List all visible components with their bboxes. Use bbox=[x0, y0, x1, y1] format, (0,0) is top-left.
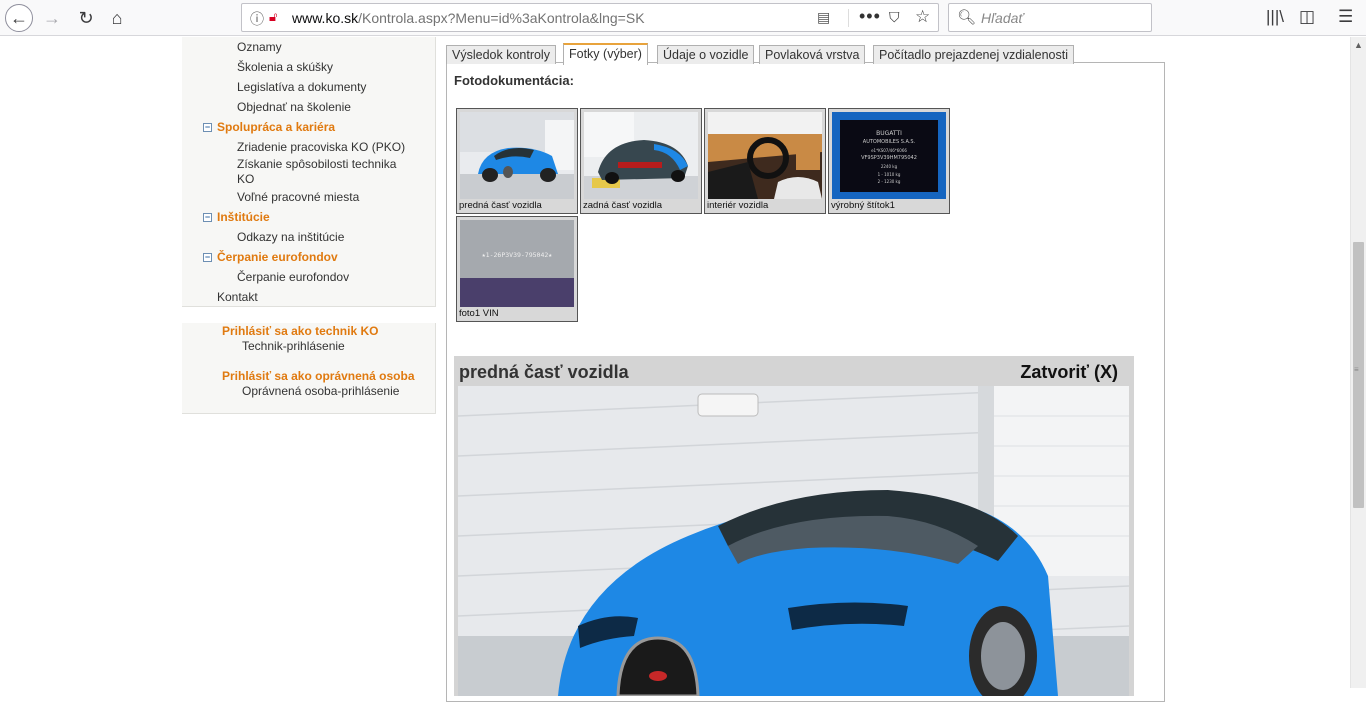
login-auth-link[interactable]: Oprávnená osoba-prihlásenie bbox=[242, 384, 399, 398]
scrollbar-thumb[interactable] bbox=[1353, 242, 1364, 508]
collapse-toggle-icon[interactable]: − bbox=[203, 123, 212, 132]
scrollbar-grip-icon: ≡ bbox=[1354, 365, 1359, 374]
sidebar-item-odkazy[interactable]: Odkazy na inštitúcie bbox=[237, 230, 417, 245]
thumbnail-front-image bbox=[460, 112, 574, 199]
plate-line-1: BUGATTI bbox=[876, 130, 902, 137]
tab-udaje[interactable]: Údaje o vozidle bbox=[657, 45, 755, 64]
thumbnail-vin-caption: foto1 VIN bbox=[459, 308, 499, 319]
section-title: Spolupráca a kariéra bbox=[217, 120, 336, 134]
thumbnail-interior-caption: interiér vozidla bbox=[707, 200, 769, 211]
library-icon[interactable]: |||\ bbox=[1266, 7, 1284, 27]
plate-line-5: 2240 kg bbox=[881, 164, 898, 169]
plate-line-6: 1 - 1010 kg bbox=[878, 172, 901, 177]
viewer-close-button[interactable]: Zatvoriť (X) bbox=[1020, 362, 1118, 383]
search-icon: 🔍︎ bbox=[957, 9, 977, 26]
thumbnail-rear-caption: zadná časť vozidla bbox=[583, 200, 663, 211]
viewer-image bbox=[458, 386, 1129, 696]
section-title: Čerpanie eurofondov bbox=[217, 250, 338, 264]
plate-line-2: AUTOMOBILES S.A.S. bbox=[863, 139, 916, 145]
sidebar-item-zriadenie[interactable]: Zriadenie pracoviska KO (PKO) bbox=[237, 140, 417, 155]
thumbnail-vin-image: ★1-26P3V39-795042★ bbox=[460, 220, 574, 307]
login-tech-link[interactable]: Technik-prihlásenie bbox=[242, 339, 345, 353]
login-auth-title[interactable]: Prihlásiť sa ako oprávnená osoba bbox=[222, 369, 415, 383]
section-title-fotodokumentacia: Fotodokumentácia: bbox=[454, 73, 574, 88]
url-bar[interactable]: ⓘ 🔓︎ www.ko.sk/Kontrola.aspx?Menu=id%3aK… bbox=[241, 3, 939, 32]
search-input[interactable]: 🔍︎ Hľadať bbox=[948, 3, 1152, 32]
vin-text: ★1-26P3V39-795042★ bbox=[482, 251, 553, 259]
sidebar-item-objednat[interactable]: Objednať na školenie bbox=[237, 100, 417, 115]
tab-vysledok[interactable]: Výsledok kontroly bbox=[446, 45, 556, 64]
thumbnail-plate[interactable]: BUGATTI AUTOMOBILES S.A.S. e1*KS07/46*60… bbox=[828, 108, 950, 214]
section-title: Inštitúcie bbox=[217, 210, 270, 224]
sidebar-section-spolupraca[interactable]: − Spolupráca a kariéra bbox=[203, 120, 335, 135]
sidebar-section-eurofondy[interactable]: − Čerpanie eurofondov bbox=[203, 250, 338, 265]
sidebar-item-cerpanie[interactable]: Čerpanie eurofondov bbox=[237, 270, 417, 285]
plate-line-7: 2 - 1230 kg bbox=[878, 179, 901, 184]
thumbnail-rear-image bbox=[584, 112, 698, 199]
tab-pocitadlo[interactable]: Počítadlo prejazdenej vzdialenosti bbox=[873, 45, 1075, 64]
thumbnail-vin[interactable]: ★1-26P3V39-795042★ foto1 VIN bbox=[456, 216, 578, 322]
page: Oznamy Školenia a skúšky Legislatíva a d… bbox=[0, 37, 1350, 702]
search-placeholder: Hľadať bbox=[981, 10, 1024, 26]
pocket-icon[interactable]: ⛉ bbox=[889, 9, 900, 26]
thumbnail-plate-image: BUGATTI AUTOMOBILES S.A.S. e1*KS07/46*60… bbox=[832, 112, 946, 199]
thumbnail-interior-image bbox=[708, 112, 822, 199]
sidebar-menu: Oznamy Školenia a skúšky Legislatíva a d… bbox=[182, 37, 436, 307]
collapse-toggle-icon[interactable]: − bbox=[203, 253, 212, 262]
back-arrow-icon[interactable]: ← bbox=[5, 4, 33, 32]
hamburger-menu-icon[interactable]: ☰ bbox=[1338, 7, 1353, 27]
sidebar-item-legislativa[interactable]: Legislatíva a dokumenty bbox=[237, 80, 417, 95]
sidebar-icon[interactable]: ◫ bbox=[1299, 7, 1315, 27]
page-scrollbar[interactable]: ▲ ≡ bbox=[1350, 37, 1366, 688]
home-icon[interactable]: ⌂ bbox=[103, 4, 131, 32]
thumbnail-interior[interactable]: interiér vozidla bbox=[704, 108, 826, 214]
info-icon[interactable]: ⓘ bbox=[250, 9, 264, 29]
plate-line-3: e1*KS07/46*6066 bbox=[871, 148, 907, 153]
login-box: Prihlásiť sa ako technik KO Technik-prih… bbox=[182, 323, 436, 414]
url-text[interactable]: www.ko.sk/Kontrola.aspx?Menu=id%3aKontro… bbox=[292, 10, 645, 26]
forward-arrow-icon[interactable]: → bbox=[38, 4, 66, 32]
browser-toolbar: ← → ↻ ⌂ ⓘ 🔓︎ www.ko.sk/Kontrola.aspx?Men… bbox=[0, 0, 1366, 36]
viewer-title: predná časť vozidla bbox=[459, 362, 629, 382]
tab-fotky[interactable]: Fotky (výber) bbox=[563, 43, 648, 65]
url-path: /Kontrola.aspx?Menu=id%3aKontrola&lng=SK bbox=[358, 10, 645, 26]
scroll-up-arrow-icon[interactable]: ▲ bbox=[1354, 40, 1363, 50]
login-tech-title[interactable]: Prihlásiť sa ako technik KO bbox=[222, 324, 378, 338]
thumbnail-plate-caption: výrobný štítok1 bbox=[831, 200, 895, 211]
thumbnail-front[interactable]: predná časť vozidla bbox=[456, 108, 578, 214]
sidebar-item-kontakt[interactable]: Kontakt bbox=[217, 290, 258, 305]
sidebar-item-volne-miesta[interactable]: Voľné pracovné miesta bbox=[237, 190, 417, 205]
tab-povlakova[interactable]: Povlaková vrstva bbox=[759, 45, 866, 64]
reader-view-icon[interactable]: ▤ bbox=[817, 9, 830, 26]
collapse-toggle-icon[interactable]: − bbox=[203, 213, 212, 222]
photo-viewer: predná časť vozidla Zatvoriť (X) bbox=[454, 356, 1134, 696]
sidebar-section-institucie[interactable]: − Inštitúcie bbox=[203, 210, 270, 225]
thumbnail-front-caption: predná časť vozidla bbox=[459, 200, 542, 211]
url-host: www.ko.sk bbox=[292, 10, 359, 26]
more-dots-icon[interactable]: ••• bbox=[859, 6, 881, 27]
plate-line-4: VF9SP3V39HM795042 bbox=[861, 155, 917, 161]
thumbnail-rear[interactable]: zadná časť vozidla bbox=[580, 108, 702, 214]
sidebar-item-oznamy[interactable]: Oznamy bbox=[237, 40, 417, 55]
insecure-lock-icon[interactable]: 🔓︎ bbox=[269, 9, 277, 25]
url-separator bbox=[848, 9, 849, 27]
reload-icon[interactable]: ↻ bbox=[72, 4, 100, 32]
sidebar-item-ziskanie[interactable]: Získanie spôsobilosti technika KO bbox=[237, 157, 417, 187]
sidebar-item-skolenia[interactable]: Školenia a skúšky bbox=[237, 60, 417, 75]
bookmark-star-icon[interactable]: ☆ bbox=[915, 7, 930, 27]
